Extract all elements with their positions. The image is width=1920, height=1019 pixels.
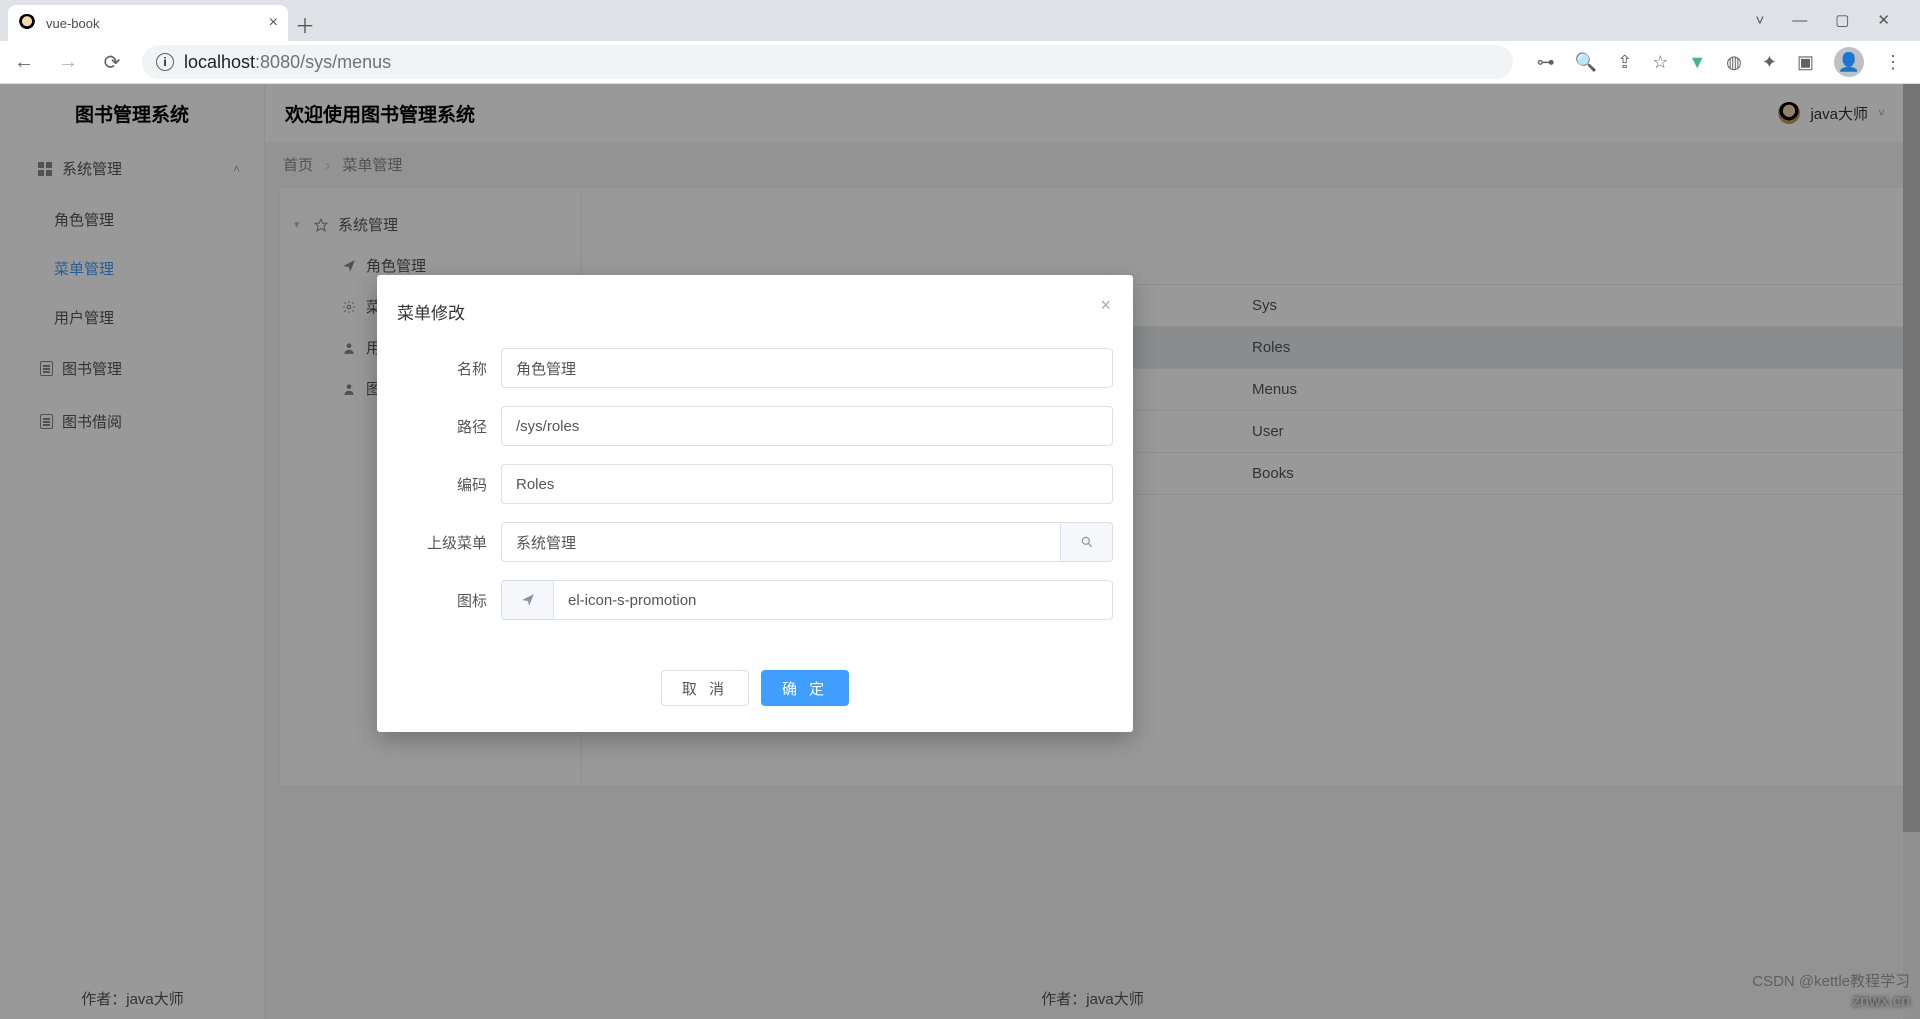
address-bar: ← → ⟳ i localhost:8080/sys/menus ⊶ 🔍 ⇪ ☆… bbox=[0, 41, 1920, 84]
form-row-path: 路径 bbox=[397, 406, 1113, 446]
window-maximize-icon[interactable]: ▢ bbox=[1835, 11, 1849, 29]
window-minimize-icon[interactable]: — bbox=[1792, 12, 1807, 29]
app-root: 菜单修改 × 名称 路径 编码 上级菜单 图标 bbox=[0, 84, 1920, 1019]
favicon-icon bbox=[18, 14, 36, 32]
confirm-button[interactable]: 确 定 bbox=[761, 670, 849, 706]
profile-avatar-icon[interactable]: 👤 bbox=[1834, 47, 1864, 77]
parent-search-button[interactable] bbox=[1061, 522, 1113, 562]
label-name: 名称 bbox=[397, 358, 501, 379]
nav-reload-icon[interactable]: ⟳ bbox=[98, 50, 126, 75]
cancel-button[interactable]: 取 消 bbox=[661, 670, 749, 706]
bookmark-icon[interactable]: ☆ bbox=[1652, 52, 1668, 73]
label-parent: 上级菜单 bbox=[397, 532, 501, 553]
menu-edit-dialog: 菜单修改 × 名称 路径 编码 上级菜单 图标 bbox=[377, 275, 1133, 732]
dialog-footer: 取 消 确 定 bbox=[397, 670, 1113, 706]
window-controls: ˅ — ▢ ✕ bbox=[1755, 0, 1920, 40]
input-code[interactable] bbox=[501, 464, 1113, 504]
input-name[interactable] bbox=[501, 348, 1113, 388]
form-row-icon: 图标 bbox=[397, 580, 1113, 620]
new-tab-button[interactable]: ＋ bbox=[288, 7, 322, 41]
tab-close-icon[interactable]: × bbox=[269, 14, 278, 32]
form-row-code: 编码 bbox=[397, 464, 1113, 504]
url-path: /sys/menus bbox=[300, 52, 391, 72]
toolbar-icons: ⊶ 🔍 ⇪ ☆ ▼ ◍ ✦ ▣ 👤 ⋮ bbox=[1529, 47, 1910, 77]
search-icon bbox=[1080, 535, 1094, 549]
globe-icon[interactable]: ◍ bbox=[1726, 52, 1742, 73]
label-icon: 图标 bbox=[397, 590, 501, 611]
browser-tab[interactable]: vue-book × bbox=[8, 5, 288, 41]
dialog-close-icon[interactable]: × bbox=[1100, 295, 1111, 316]
url-host: localhost bbox=[184, 52, 255, 72]
browser-chrome: vue-book × ＋ ˅ — ▢ ✕ ← → ⟳ i localhost:8… bbox=[0, 0, 1920, 84]
promotion-icon bbox=[521, 593, 535, 607]
url-input[interactable]: i localhost:8080/sys/menus bbox=[142, 45, 1513, 79]
key-icon[interactable]: ⊶ bbox=[1537, 52, 1555, 73]
label-path: 路径 bbox=[397, 416, 501, 437]
extensions-icon[interactable]: ✦ bbox=[1762, 52, 1777, 73]
tab-title: vue-book bbox=[46, 16, 259, 31]
url-port: :8080 bbox=[255, 52, 300, 72]
input-icon[interactable] bbox=[553, 580, 1113, 620]
sidepanel-icon[interactable]: ▣ bbox=[1797, 52, 1814, 73]
input-parent[interactable] bbox=[501, 522, 1061, 562]
vue-devtools-icon[interactable]: ▼ bbox=[1688, 52, 1706, 73]
zoom-icon[interactable]: 🔍 bbox=[1575, 52, 1597, 73]
nav-back-icon[interactable]: ← bbox=[10, 51, 38, 74]
nav-forward-icon[interactable]: → bbox=[54, 51, 82, 74]
tab-dropdown-icon[interactable]: ˅ bbox=[1755, 12, 1764, 29]
label-code: 编码 bbox=[397, 474, 501, 495]
icon-preview bbox=[501, 580, 553, 620]
window-close-icon[interactable]: ✕ bbox=[1877, 11, 1890, 29]
chrome-menu-icon[interactable]: ⋮ bbox=[1884, 52, 1902, 73]
tab-bar: vue-book × ＋ ˅ — ▢ ✕ bbox=[0, 0, 1920, 41]
site-info-icon[interactable]: i bbox=[156, 53, 174, 71]
form-row-name: 名称 bbox=[397, 348, 1113, 388]
share-icon[interactable]: ⇪ bbox=[1617, 52, 1632, 73]
dialog-title: 菜单修改 bbox=[397, 299, 1113, 324]
input-path[interactable] bbox=[501, 406, 1113, 446]
form-row-parent: 上级菜单 bbox=[397, 522, 1113, 562]
